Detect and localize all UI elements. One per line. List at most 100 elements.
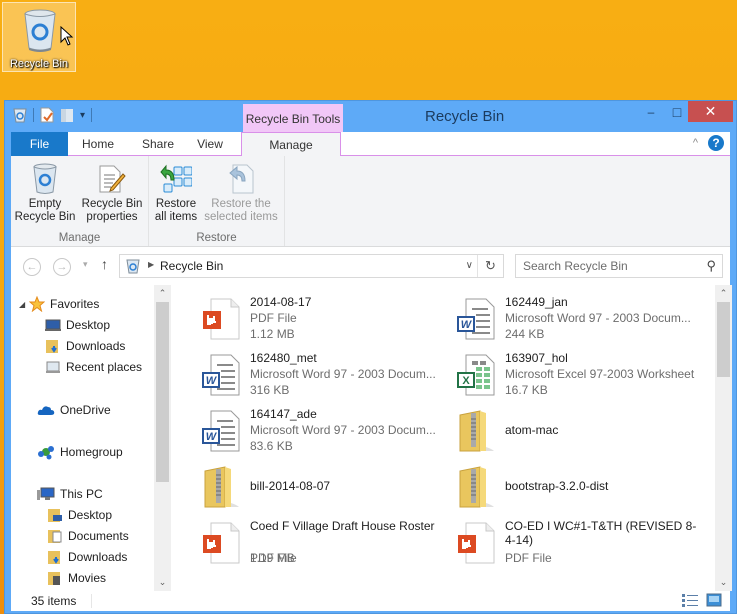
movies-folder-icon <box>48 572 60 585</box>
close-button[interactable]: ✕ <box>688 101 733 122</box>
tab-manage[interactable]: Manage <box>241 132 341 157</box>
scroll-up-icon[interactable]: ⌃ <box>154 285 171 302</box>
file-item[interactable]: bootstrap-3.2.0-dist <box>448 459 703 513</box>
nav-item-pc-desktop[interactable]: Desktop <box>47 505 112 525</box>
file-type: Microsoft Word 97 - 2003 Docum... <box>250 423 436 437</box>
properties-icon[interactable] <box>40 107 54 123</box>
expand-favorites-icon[interactable]: ◢ <box>19 300 25 309</box>
navigation-pane: ◢ Favorites Desktop Downloads Recent pla… <box>11 285 154 591</box>
tab-view[interactable]: View <box>187 132 233 156</box>
large-icons-view-icon[interactable] <box>706 593 722 607</box>
file-item[interactable]: X 163907_hol Microsoft Excel 97-2003 Works… <box>448 347 703 401</box>
nav-item-documents[interactable]: Documents <box>47 526 129 546</box>
address-dropdown-icon[interactable]: ∨ <box>466 260 473 271</box>
file-item[interactable]: bill-2014-08-07 <box>193 459 448 513</box>
forward-button[interactable]: → <box>53 258 71 276</box>
restore-all-items-button[interactable]: Restore all items <box>153 160 199 224</box>
scroll-down-icon[interactable]: ⌄ <box>154 574 171 591</box>
group-label: Restore <box>196 232 237 244</box>
customize-dropdown-icon[interactable]: ▾ <box>80 110 85 121</box>
file-item[interactable]: W 164147_ade Microsoft Word 97 - 2003 Docu… <box>193 403 448 457</box>
scrollbar-thumb[interactable] <box>156 302 169 482</box>
refresh-button[interactable]: ↻ <box>477 255 503 277</box>
empty-recycle-bin-button[interactable]: Empty Recycle Bin <box>13 160 77 224</box>
file-item[interactable]: 2014-08-17 PDF File 1.12 MB <box>193 291 448 345</box>
breadcrumb-arrow-icon[interactable]: ▶ <box>148 260 154 269</box>
folder-icon[interactable] <box>60 107 74 123</box>
file-item[interactable]: Coed F Village Draft House Roster PDF Fil… <box>193 515 448 569</box>
collapse-ribbon-icon[interactable]: ^ <box>693 137 698 149</box>
nav-item-movies[interactable]: Movies <box>47 568 106 588</box>
restore-selected-items-button[interactable]: Restore the selected items <box>201 160 281 224</box>
ribbon: Empty Recycle Bin Recycle Bin properties… <box>11 156 730 247</box>
nav-label: OneDrive <box>60 403 111 417</box>
address-bar[interactable]: ▶ Recycle Bin ∨ ↻ <box>119 254 504 278</box>
scroll-down-icon[interactable]: ⌄ <box>715 574 732 591</box>
word-document-icon: W <box>197 407 245 455</box>
recycle-bin-icon[interactable] <box>13 107 27 123</box>
button-label: Restore the <box>211 198 271 210</box>
scroll-up-icon[interactable]: ⌃ <box>715 285 732 302</box>
scrollbar-thumb[interactable] <box>717 302 730 377</box>
nav-label: Desktop <box>68 508 113 522</box>
file-item[interactable]: CO-ED I WC#1-T&TH (REVISED 8-4-14) PDF Fi… <box>448 515 703 569</box>
back-button[interactable]: ← <box>23 258 41 276</box>
nav-label: Movies <box>68 571 107 585</box>
nav-item-pc-downloads[interactable]: Downloads <box>47 547 127 567</box>
ribbon-group-restore: Restore all items Restore the selected i… <box>149 156 285 246</box>
nav-item-desktop[interactable]: Desktop <box>45 315 110 335</box>
nav-item-onedrive[interactable]: OneDrive <box>37 400 111 420</box>
nav-label: Desktop <box>66 318 111 332</box>
svg-text:W: W <box>206 375 218 387</box>
maximize-button[interactable]: □ <box>663 101 691 122</box>
search-input[interactable] <box>516 255 686 277</box>
properties-icon <box>99 165 126 193</box>
button-label: Recycle Bin <box>14 211 76 223</box>
recycle-bin-properties-button[interactable]: Recycle Bin properties <box>79 160 145 224</box>
file-item[interactable]: W 162449_jan Microsoft Word 97 - 2003 Docu… <box>448 291 703 345</box>
desktop-folder-icon <box>48 509 62 522</box>
up-button[interactable]: ↑ <box>101 256 108 272</box>
nav-item-favorites[interactable]: Favorites <box>29 294 99 314</box>
file-list-scrollbar[interactable]: ⌃ ⌄ <box>715 285 732 591</box>
recent-locations-dropdown[interactable]: ▾ <box>83 259 88 270</box>
file-size: 83.6 KB <box>250 439 293 453</box>
details-view-icon[interactable] <box>682 593 698 607</box>
file-name: CO-ED I WC#1-T&TH (REVISED 8-4-14) <box>505 519 697 547</box>
pdf-file-icon <box>452 519 500 567</box>
file-size: 244 KB <box>505 327 545 341</box>
word-document-icon: W <box>452 295 500 343</box>
nav-item-homegroup[interactable]: Homegroup <box>37 442 123 462</box>
button-label: Restore <box>155 198 197 210</box>
nav-label: Recent places <box>66 360 143 374</box>
empty-recycle-bin-icon <box>33 163 57 194</box>
nav-label: Downloads <box>68 550 128 564</box>
nav-item-downloads[interactable]: Downloads <box>45 336 125 356</box>
nav-label: Downloads <box>66 339 126 353</box>
help-icon[interactable]: ? <box>708 135 724 151</box>
file-item[interactable]: W 162480_met Microsoft Word 97 - 2003 Docu… <box>193 347 448 401</box>
file-list: 2014-08-17 PDF File 1.12 MB W 162449_jan Micr… <box>171 285 716 591</box>
file-type: Microsoft Excel 97-2003 Worksheet <box>505 367 695 381</box>
search-box: ⚲ <box>515 254 723 278</box>
breadcrumb-recycle-bin[interactable]: Recycle Bin <box>160 259 223 273</box>
tab-share[interactable]: Share <box>133 132 183 156</box>
nav-label: Homegroup <box>60 445 123 459</box>
zip-folder-icon <box>197 463 245 511</box>
search-icon[interactable]: ⚲ <box>706 258 716 274</box>
tab-home[interactable]: Home <box>73 132 123 156</box>
title-bar[interactable]: ▾ Recycle Bin Tools Recycle Bin – □ ✕ <box>5 101 736 132</box>
word-document-icon: W <box>197 351 245 399</box>
file-name: bootstrap-3.2.0-dist <box>505 479 609 493</box>
zip-folder-icon <box>452 463 500 511</box>
nav-item-recent-places[interactable]: Recent places <box>45 357 142 377</box>
minimize-button[interactable]: – <box>637 101 665 122</box>
back-arrow-icon: ← <box>26 261 38 273</box>
desktop-icon <box>45 319 61 331</box>
button-label: selected items <box>204 211 278 223</box>
forward-arrow-icon: → <box>56 261 68 273</box>
svg-text:X: X <box>462 375 470 387</box>
nav-item-this-pc[interactable]: This PC <box>37 484 103 504</box>
file-item[interactable]: atom-mac <box>448 403 703 457</box>
nav-pane-scrollbar[interactable]: ⌃ ⌄ <box>154 285 171 591</box>
